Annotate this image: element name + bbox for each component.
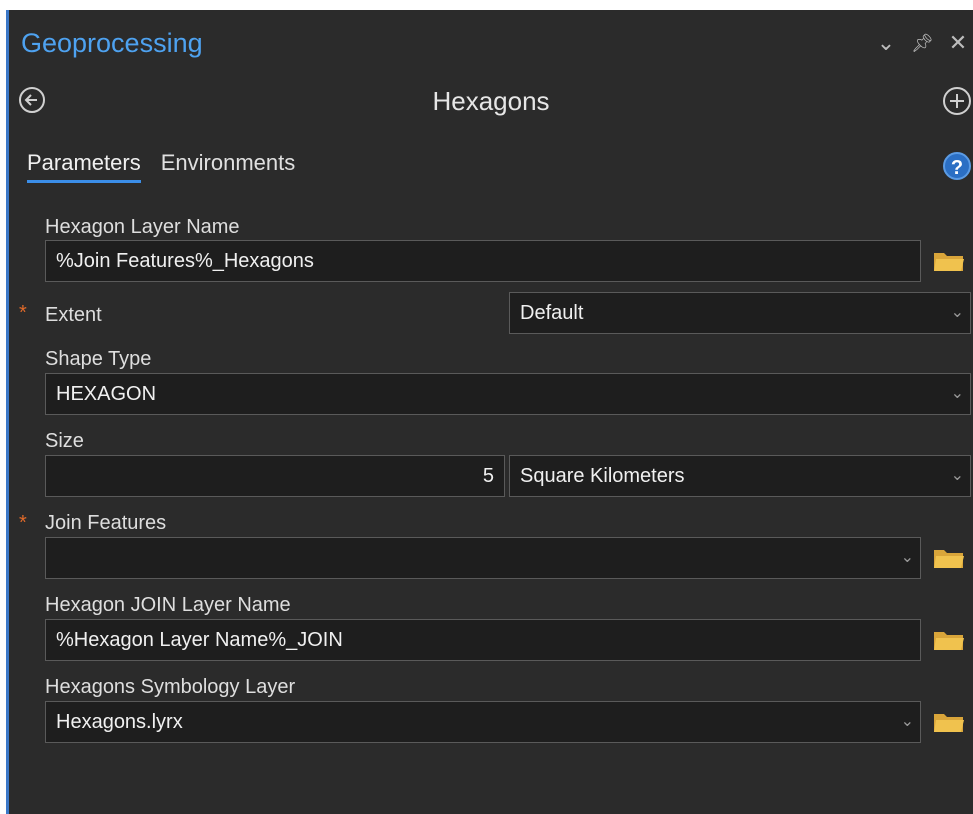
- shape-type-label: Shape Type: [45, 348, 152, 370]
- tool-title: Hexagons: [432, 86, 550, 116]
- pane-controls: ⌄ 📌︎ ✕: [875, 30, 969, 56]
- folder-icon[interactable]: [933, 629, 965, 651]
- symbology-layer-value: Hexagons.lyrx: [56, 711, 183, 733]
- pane-title: Geoprocessing: [21, 28, 203, 58]
- symbology-layer-select[interactable]: Hexagons.lyrx ⌄: [45, 701, 921, 743]
- symbology-layer-label: Hexagons Symbology Layer: [45, 676, 296, 698]
- hexagon-join-layer-name-input[interactable]: %Hexagon Layer Name%_JOIN: [45, 619, 921, 661]
- size-input[interactable]: 5: [45, 455, 505, 497]
- folder-icon[interactable]: [933, 250, 965, 272]
- tab-parameters[interactable]: Parameters: [27, 150, 141, 183]
- join-features-label: Join Features: [45, 512, 167, 534]
- hexagon-layer-name-label: Hexagon Layer Name: [45, 216, 240, 238]
- geoprocessing-pane: Geoprocessing ⌄ 📌︎ ✕ Hexagons Parameters…: [6, 10, 973, 814]
- chevron-down-icon: ⌄: [950, 467, 964, 484]
- help-icon[interactable]: ?: [943, 152, 971, 180]
- chevron-down-icon: ⌄: [900, 549, 914, 566]
- chevron-down-icon: ⌄: [950, 385, 964, 402]
- folder-icon[interactable]: [933, 547, 965, 569]
- extent-value: Default: [520, 302, 584, 324]
- collapse-icon[interactable]: ⌄: [875, 30, 897, 56]
- hexagon-join-layer-name-label: Hexagon JOIN Layer Name: [45, 594, 291, 616]
- extent-required-marker: *: [19, 302, 27, 324]
- join-features-required-marker: *: [19, 512, 27, 534]
- add-button[interactable]: [943, 87, 971, 115]
- tab-bar: Parameters Environments: [27, 150, 295, 183]
- size-label: Size: [45, 430, 84, 452]
- shape-type-select[interactable]: HEXAGON ⌄: [45, 373, 971, 415]
- pin-icon[interactable]: 📌︎: [911, 33, 934, 54]
- tab-environments[interactable]: Environments: [161, 150, 296, 183]
- close-icon[interactable]: ✕: [947, 30, 969, 56]
- shape-type-value: HEXAGON: [56, 383, 157, 405]
- folder-icon[interactable]: [933, 711, 965, 733]
- plus-icon: [950, 94, 964, 108]
- extent-label: Extent: [45, 304, 102, 326]
- extent-select[interactable]: Default ⌄: [509, 292, 971, 334]
- size-unit-value: Square Kilometers: [520, 465, 685, 487]
- hexagon-layer-name-input[interactable]: %Join Features%_Hexagons: [45, 240, 921, 282]
- chevron-down-icon: ⌄: [900, 713, 914, 730]
- join-features-select[interactable]: ⌄: [45, 537, 921, 579]
- chevron-down-icon: ⌄: [950, 304, 964, 321]
- size-unit-select[interactable]: Square Kilometers ⌄: [509, 455, 971, 497]
